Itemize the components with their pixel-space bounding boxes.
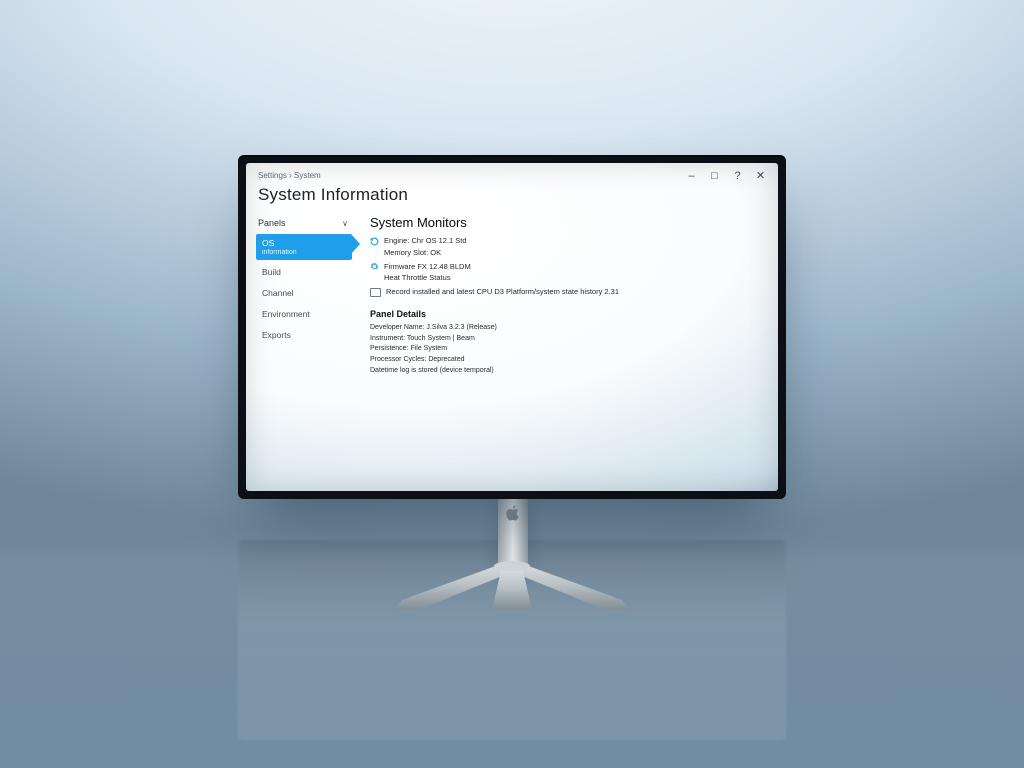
section-title: Panel Details <box>370 309 762 319</box>
page-title: System Information <box>258 185 408 205</box>
spacer-icon <box>370 248 379 257</box>
sidebar-item-label: Build <box>262 267 281 277</box>
close-button[interactable]: ✕ <box>755 171 766 182</box>
refresh-icon <box>370 237 379 246</box>
chevron-down-icon: ∨ <box>342 219 348 228</box>
sidebar-item-label: Channel <box>262 288 294 298</box>
info-row: Memory Slot: OK <box>370 248 762 258</box>
info-row: Record installed and latest CPU D3 Platf… <box>370 287 762 297</box>
detail-line: Persistence: File System <box>370 344 762 355</box>
maximize-button[interactable]: □ <box>709 171 720 182</box>
apple-logo-icon <box>506 505 520 521</box>
window-controls: – □ ? ✕ <box>686 171 766 182</box>
scene: Settings › System System Information – □… <box>0 0 1024 768</box>
info-row: Heat Throttle Status <box>370 273 762 283</box>
help-button[interactable]: ? <box>732 171 743 182</box>
sidebar-item-exports[interactable]: Exports <box>256 326 352 344</box>
info-row-text: Memory Slot: OK <box>384 248 441 258</box>
sidebar-item-label: Environment <box>262 309 310 319</box>
info-row-text: Record installed and latest CPU D3 Platf… <box>386 287 619 297</box>
sidebar-item-os[interactable]: OS information <box>256 234 352 260</box>
breadcrumb[interactable]: Settings › System <box>258 171 321 180</box>
detail-line: Instrument: Touch System | Beam <box>370 334 762 345</box>
sidebar-item-label: Exports <box>262 330 291 340</box>
monitor-frame: Settings › System System Information – □… <box>238 155 786 499</box>
sidebar-item-label: OS <box>262 238 274 248</box>
sidebar-item-build[interactable]: Build <box>256 263 352 281</box>
sidebar-header-label: Panels <box>258 218 286 228</box>
sidebar-item-channel[interactable]: Channel <box>256 284 352 302</box>
screen: Settings › System System Information – □… <box>246 163 778 491</box>
sidebar-header[interactable]: Panels ∨ <box>256 215 352 234</box>
info-row-text: Heat Throttle Status <box>384 273 451 283</box>
info-row-text: Engine: Chr OS 12.1 Std <box>384 236 467 246</box>
detail-line: Processor Cycles: Deprecated <box>370 355 762 366</box>
sidebar: Panels ∨ OS information Build Channel En <box>256 215 352 347</box>
system-info-window: Settings › System System Information – □… <box>246 163 778 491</box>
info-row: Engine: Chr OS 12.1 Std <box>370 236 762 246</box>
main-content: System Monitors Engine: Chr OS 12.1 Std … <box>370 215 762 377</box>
sidebar-item-environment[interactable]: Environment <box>256 305 352 323</box>
minimize-button[interactable]: – <box>686 171 697 182</box>
monitor-reflection <box>238 540 786 740</box>
detail-line: Datetime log is stored (device temporal) <box>370 366 762 377</box>
sidebar-item-sublabel: information <box>262 249 346 256</box>
info-row: Firmware FX 12.48 BLDM <box>370 262 762 272</box>
detail-line: Developer Name: J.Silva 3.2.3 (Release) <box>370 323 762 334</box>
content-title: System Monitors <box>370 215 762 230</box>
checkbox-icon[interactable] <box>370 288 381 297</box>
info-row-text: Firmware FX 12.48 BLDM <box>384 262 471 272</box>
spacer-icon <box>370 274 379 283</box>
gear-icon <box>370 262 379 271</box>
